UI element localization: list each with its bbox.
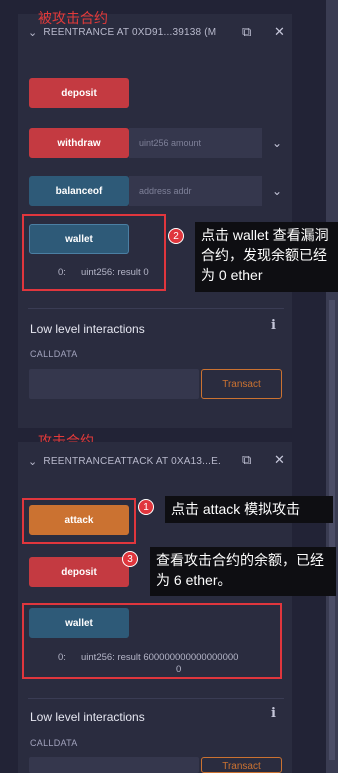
contract-header-title: REENTRANCE AT 0XD91...39138 (M: [43, 27, 217, 38]
highlight-box-attack: [22, 498, 136, 544]
low-level-interactions-title: Low level interactions: [30, 322, 145, 336]
victim-contract-annotation: 被攻击合约: [38, 10, 108, 26]
transact-button[interactable]: Transact: [201, 369, 282, 399]
annotation-note-2: 点击 wallet 查看漏洞合约，发现余额已经为 0 ether: [195, 222, 338, 292]
deposit-button[interactable]: deposit: [29, 78, 129, 108]
deposit-button[interactable]: deposit: [29, 557, 129, 587]
transact-button[interactable]: Transact: [201, 757, 282, 773]
contract-header-reentrance[interactable]: ⌄ REENTRANCE AT 0XD91...39138 (M: [28, 26, 216, 39]
close-icon[interactable]: ✕: [274, 452, 285, 468]
withdraw-button[interactable]: withdraw: [29, 128, 129, 158]
contract-header-title: REENTRANCEATTACK AT 0XA13...E.: [43, 456, 221, 467]
chevron-down-icon[interactable]: ⌄: [272, 136, 282, 150]
calldata-label: CALLDATA: [30, 738, 78, 748]
step-badge-2: 2: [168, 228, 184, 244]
copy-icon[interactable]: ⧉: [242, 452, 251, 468]
balanceof-address-input[interactable]: address addr: [129, 176, 262, 206]
highlight-box-wallet: [22, 214, 166, 291]
close-icon[interactable]: ✕: [274, 24, 285, 40]
chevron-down-icon[interactable]: ⌄: [28, 455, 37, 468]
calldata-label: CALLDATA: [30, 349, 78, 359]
highlight-box-attack-wallet: [22, 603, 282, 679]
info-icon[interactable]: i: [271, 318, 276, 333]
low-level-interactions-title: Low level interactions: [30, 710, 145, 724]
scrollbar-thumb[interactable]: [329, 300, 335, 760]
chevron-down-icon[interactable]: ⌄: [272, 184, 282, 198]
calldata-input[interactable]: [29, 757, 199, 773]
annotation-note-3: 查看攻击合约的余额，已经为 6 ether。: [150, 547, 336, 596]
annotation-note-1: 点击 attack 模拟攻击: [165, 496, 333, 523]
chevron-down-icon[interactable]: ⌄: [28, 26, 37, 39]
contract-header-reentranceattack[interactable]: ⌄ REENTRANCEATTACK AT 0XA13...E.: [28, 455, 221, 468]
balanceof-button[interactable]: balanceof: [29, 176, 129, 206]
withdraw-amount-input[interactable]: uint256 amount: [129, 128, 262, 158]
info-icon[interactable]: i: [271, 706, 276, 721]
step-badge-3: 3: [122, 551, 138, 567]
copy-icon[interactable]: ⧉: [242, 24, 251, 40]
calldata-input[interactable]: [29, 369, 199, 399]
divider: [28, 698, 284, 699]
step-badge-1: 1: [138, 499, 154, 515]
divider: [28, 308, 284, 309]
